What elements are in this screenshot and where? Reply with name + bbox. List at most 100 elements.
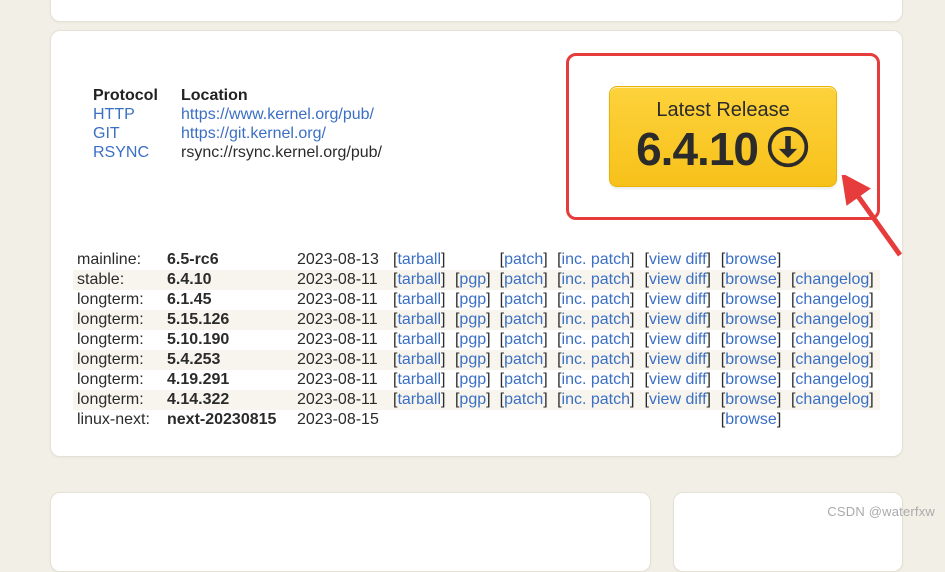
changelog-link[interactable]: changelog: [795, 271, 869, 288]
browse-link[interactable]: browse: [725, 271, 777, 288]
incpatch-cell: [inc. patch]: [553, 390, 640, 410]
changelog-link[interactable]: changelog: [795, 371, 869, 388]
changelog-link[interactable]: changelog: [795, 311, 869, 328]
branch-cell: longterm:: [73, 390, 163, 410]
changelog-link[interactable]: changelog: [795, 291, 869, 308]
incpatch-link[interactable]: inc. patch: [562, 271, 630, 288]
pgp-link[interactable]: pgp: [459, 291, 486, 308]
viewdiff-link[interactable]: view diff: [649, 371, 707, 388]
incpatch-cell: [inc. patch]: [553, 250, 640, 270]
changelog-link[interactable]: changelog: [795, 331, 869, 348]
browse-link[interactable]: browse: [725, 311, 777, 328]
viewdiff-cell: [view diff]: [641, 290, 717, 310]
viewdiff-link[interactable]: view diff: [649, 331, 707, 348]
pgp-link[interactable]: pgp: [459, 331, 486, 348]
protocol-name[interactable]: RSYNC: [93, 144, 181, 162]
pgp-cell: [pgp]: [451, 270, 496, 290]
tarball-link[interactable]: tarball: [397, 291, 441, 308]
tarball-link[interactable]: tarball: [397, 271, 441, 288]
browse-link[interactable]: browse: [725, 251, 777, 268]
browse-cell: [browse]: [717, 390, 787, 410]
patch-link[interactable]: patch: [504, 391, 543, 408]
tarball-link[interactable]: tarball: [397, 371, 441, 388]
pgp-link[interactable]: pgp: [459, 351, 486, 368]
patch-link[interactable]: patch: [504, 331, 543, 348]
patch-link[interactable]: patch: [504, 371, 543, 388]
incpatch-link[interactable]: inc. patch: [562, 251, 630, 268]
download-icon: [766, 125, 810, 174]
changelog-cell: [changelog]: [787, 290, 880, 310]
changelog-cell: [changelog]: [787, 310, 880, 330]
viewdiff-link[interactable]: view diff: [649, 351, 707, 368]
patch-cell: [patch]: [496, 370, 553, 390]
browse-cell: [browse]: [717, 410, 787, 430]
branch-cell: longterm:: [73, 330, 163, 350]
protocol-row: HTTPhttps://www.kernel.org/pub/: [93, 106, 473, 124]
patch-cell: [patch]: [496, 330, 553, 350]
date-cell: 2023-08-11: [293, 350, 389, 370]
browse-link[interactable]: browse: [725, 351, 777, 368]
protocol-name[interactable]: GIT: [93, 125, 181, 143]
protocol-name[interactable]: HTTP: [93, 106, 181, 124]
browse-link[interactable]: browse: [725, 371, 777, 388]
tarball-link[interactable]: tarball: [397, 251, 441, 268]
tarball-link[interactable]: tarball: [397, 391, 441, 408]
browse-cell: [browse]: [717, 250, 787, 270]
tarball-cell: [tarball]: [389, 250, 451, 270]
incpatch-link[interactable]: inc. patch: [562, 351, 630, 368]
protocol-location-link[interactable]: https://www.kernel.org/pub/: [181, 106, 374, 123]
incpatch-link[interactable]: inc. patch: [562, 331, 630, 348]
changelog-link[interactable]: changelog: [795, 391, 869, 408]
viewdiff-link[interactable]: view diff: [649, 291, 707, 308]
protocol-location-link[interactable]: https://git.kernel.org/: [181, 125, 326, 142]
latest-release-button[interactable]: Latest Release 6.4.10: [609, 86, 837, 187]
version-cell: 4.19.291: [163, 370, 293, 390]
pgp-link[interactable]: pgp: [459, 371, 486, 388]
viewdiff-link[interactable]: view diff: [649, 251, 707, 268]
patch-link[interactable]: patch: [504, 311, 543, 328]
viewdiff-link[interactable]: view diff: [649, 311, 707, 328]
branch-cell: longterm:: [73, 310, 163, 330]
viewdiff-link[interactable]: view diff: [649, 391, 707, 408]
incpatch-link[interactable]: inc. patch: [562, 371, 630, 388]
incpatch-link[interactable]: inc. patch: [562, 311, 630, 328]
viewdiff-cell: [view diff]: [641, 370, 717, 390]
version-cell: 6.4.10: [163, 270, 293, 290]
browse-link[interactable]: browse: [725, 331, 777, 348]
browse-link[interactable]: browse: [725, 291, 777, 308]
patch-link[interactable]: patch: [504, 251, 543, 268]
tarball-link[interactable]: tarball: [397, 331, 441, 348]
tarball-cell: [tarball]: [389, 270, 451, 290]
protocol-block: Protocol Location HTTPhttps://www.kernel…: [93, 87, 473, 163]
version-cell: 6.5-rc6: [163, 250, 293, 270]
viewdiff-cell: [view diff]: [641, 270, 717, 290]
tarball-cell: [tarball]: [389, 310, 451, 330]
patch-link[interactable]: patch: [504, 351, 543, 368]
browse-cell: [browse]: [717, 270, 787, 290]
tarball-link[interactable]: tarball: [397, 351, 441, 368]
table-row: longterm:4.19.2912023-08-11[tarball][pgp…: [73, 370, 880, 390]
patch-link[interactable]: patch: [504, 291, 543, 308]
branch-cell: mainline:: [73, 250, 163, 270]
latest-release-highlight: Latest Release 6.4.10: [566, 53, 880, 220]
changelog-link[interactable]: changelog: [795, 351, 869, 368]
table-row: longterm:5.4.2532023-08-11[tarball][pgp]…: [73, 350, 880, 370]
browse-link[interactable]: browse: [725, 411, 777, 428]
incpatch-link[interactable]: inc. patch: [562, 391, 630, 408]
pgp-link[interactable]: pgp: [459, 391, 486, 408]
pgp-link[interactable]: pgp: [459, 311, 486, 328]
patch-cell: [496, 410, 553, 430]
viewdiff-cell: [view diff]: [641, 250, 717, 270]
pgp-link[interactable]: pgp: [459, 271, 486, 288]
tarball-cell: [tarball]: [389, 290, 451, 310]
protocol-location: https://git.kernel.org/: [181, 125, 326, 143]
incpatch-link[interactable]: inc. patch: [562, 291, 630, 308]
browse-link[interactable]: browse: [725, 391, 777, 408]
version-cell: 5.4.253: [163, 350, 293, 370]
changelog-cell: [changelog]: [787, 330, 880, 350]
tarball-link[interactable]: tarball: [397, 311, 441, 328]
protocol-row: GIThttps://git.kernel.org/: [93, 125, 473, 143]
patch-link[interactable]: patch: [504, 271, 543, 288]
table-row: longterm:5.10.1902023-08-11[tarball][pgp…: [73, 330, 880, 350]
viewdiff-link[interactable]: view diff: [649, 271, 707, 288]
